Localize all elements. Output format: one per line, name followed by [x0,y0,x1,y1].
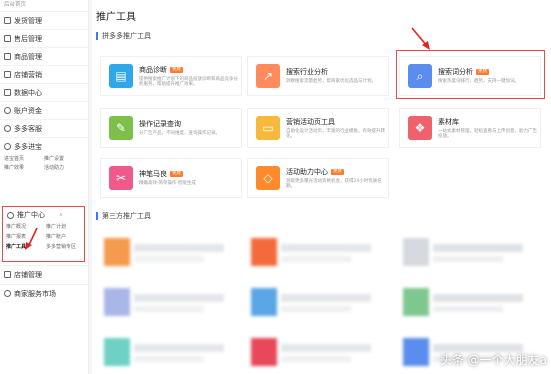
tool-card-magic-brush[interactable]: ✂ 神笔马良 免费 精确高效·简单操作·智能生成 [100,158,242,198]
wallet-icon [4,107,11,114]
brush-icon: ✂ [109,166,133,190]
card-desc: 一站式素材管理，轻松查看与上传创意，助力广告投放。 [438,128,537,140]
third-party-tool-card[interactable] [100,286,242,318]
trend-icon: ↗ [256,64,280,88]
red-arrow-annotation [25,227,38,250]
card-title: 神笔马良 [139,170,167,179]
sidebar-item-funds[interactable]: 账户资金 [0,101,88,119]
sidebar-item-label: 多多客服 [14,124,42,133]
sidebar-item-label: 数据中心 [14,88,42,97]
card-desc: 提供搜索推广计划下的商品投放诊断和商品竞争分析服务，帮助提升推广效果。 [139,76,238,88]
third-party-tool-card[interactable] [100,336,242,368]
submenu-link[interactable]: 多多营销专区 [46,243,86,250]
sidebar-item-label: 售后管理 [14,34,42,43]
sidebar-item-label: 店铺营销 [14,70,42,79]
card-title: 营销活动页工具 [286,117,335,126]
highlight-box [396,50,545,99]
page-title: 推广工具 [96,12,136,23]
sidebar-item-data[interactable]: 数据中心 [0,83,88,101]
submenu-link[interactable]: 推广效果 [4,164,44,171]
card-title: 操作记录查询 [139,120,181,129]
card-title: 商品诊断 [139,65,167,74]
material-icon: ❖ [408,116,432,140]
page-tool-icon: ▭ [256,116,280,140]
sidebar-item-label: 推广中心 [17,211,45,219]
coin-icon [4,143,11,150]
card-title: 素材库 [438,117,459,126]
sidebar-item-service-market[interactable]: 商家服务市场 [0,284,88,302]
sidebar-item-label: 多多进宝 [14,142,42,151]
third-party-tool-card[interactable] [399,286,541,318]
card-desc: 精确高效·简单操作·智能生成 [139,181,196,187]
submenu-link[interactable]: 推广账户 [46,233,86,240]
third-party-tool-card[interactable] [399,236,541,268]
diagnosis-icon: ▤ [109,64,133,88]
red-arrow-annotation [411,27,430,50]
record-icon: ✎ [109,116,133,140]
jinbao-submenu: 进宝首页 推广设置 推广效果 活动助力 [0,155,88,174]
third-party-tool-card[interactable] [100,236,242,268]
main-content: 推广工具 拼多多推广工具 ▤ 商品诊断 免费 提供搜索推广计划下的商品投放诊断和商… [92,0,551,374]
section-title: 第三方推广工具 [96,212,151,220]
tool-card-product-diagnosis[interactable]: ▤ 商品诊断 免费 提供搜索推广计划下的商品投放诊断和商品竞争分析服务，帮助提升推… [100,56,242,96]
tool-card-marketing-page[interactable]: ▭ 营销活动页工具 自助化设计活动页，丰富的行业模板，有效提升转化。 [247,108,389,148]
card-desc: 自助化设计活动页，丰富的行业模板，有效提升转化。 [286,128,385,140]
box-icon [4,17,11,24]
promotion-submenu: 推广概况 推广计划 推广报表 推广账户 推广工具 多多营销专区 [3,223,84,250]
submenu-link[interactable]: 推广设置 [44,155,84,162]
tool-card-operation-log[interactable]: ✎ 操作记录查询 分广告产品，不同维度，查询操作记录。 [100,108,242,148]
free-badge: 免费 [170,66,183,73]
third-party-tool-card[interactable] [247,336,389,368]
store-icon [4,271,11,278]
diamond-icon: ◇ [256,166,280,190]
sidebar-item-label: 商家服务市场 [14,289,56,298]
tool-card-industry-analysis[interactable]: ↗ 搜索行业分析 洞察搜索流量趋势，帮商家优化选品与计划。 [247,56,389,96]
submenu-link[interactable]: 活动助力 [44,164,84,171]
submenu-link[interactable]: 进宝首页 [4,155,44,162]
goods-icon [4,53,11,60]
sidebar-item-label: 店铺管理 [14,270,42,279]
tool-card-material-library[interactable]: ❖ 素材库 一站式素材管理，轻松查看与上传创意，助力广告投放。 [399,108,541,148]
chart-icon [4,89,11,96]
sidebar-item-promotion-center[interactable]: 推广中心 ∧ [3,207,84,223]
chat-icon [4,125,11,132]
sidebar-item-aftersale[interactable]: 售后管理 [0,29,88,47]
sidebar-item-label: 商品管理 [14,52,42,61]
card-desc: 领取更多曝光活动资格机会，获得24小时优质名额。 [286,178,382,190]
watermark: 头条 @一个大朋友a [439,353,547,367]
free-badge: 免费 [170,171,183,178]
sidebar-item-jinbao[interactable]: 多多进宝 [0,137,88,155]
chevron-up-icon: ∧ [59,212,63,218]
sidebar-item-store[interactable]: 店铺管理 [0,265,88,283]
share-icon [7,211,14,219]
promotion-center-group: 推广中心 ∧ 推广概况 推广计划 推广报表 推广账户 推广工具 多多营销专区 [2,206,85,262]
service-icon [4,35,11,42]
card-title: 搜索行业分析 [286,68,328,77]
card-desc: 分广告产品，不同维度，查询操作记录。 [139,131,220,137]
sidebar-item-shipping[interactable]: 发货管理 [0,11,88,29]
card-title: 活动助力中心 [286,167,328,176]
sidebar-item-label: 发货管理 [14,16,42,25]
sidebar-item-label: 账户资金 [14,106,42,115]
sidebar: 后台首页 发货管理 售后管理 商品管理 店铺营销 数据中心 账户资金 多多客服 … [0,0,89,374]
heart-icon [4,290,11,297]
shop-icon [4,71,11,78]
section-title: 拼多多推广工具 [96,32,151,40]
sidebar-item-goods[interactable]: 商品管理 [0,47,88,65]
sidebar-header[interactable]: 后台首页 [0,0,88,11]
submenu-link[interactable]: 推广计划 [46,223,86,230]
free-badge: 免费 [331,168,344,175]
sidebar-item-customer-service[interactable]: 多多客服 [0,119,88,137]
sidebar-item-marketing[interactable]: 店铺营销 [0,65,88,83]
card-desc: 洞察搜索流量趋势，帮商家优化选品与计划。 [286,79,376,85]
third-party-tool-card[interactable] [247,236,389,268]
third-party-tool-card[interactable] [247,286,389,318]
tool-card-activity-boost[interactable]: ◇ 活动助力中心 免费 领取更多曝光活动资格机会，获得24小时优质名额。 [247,158,389,198]
